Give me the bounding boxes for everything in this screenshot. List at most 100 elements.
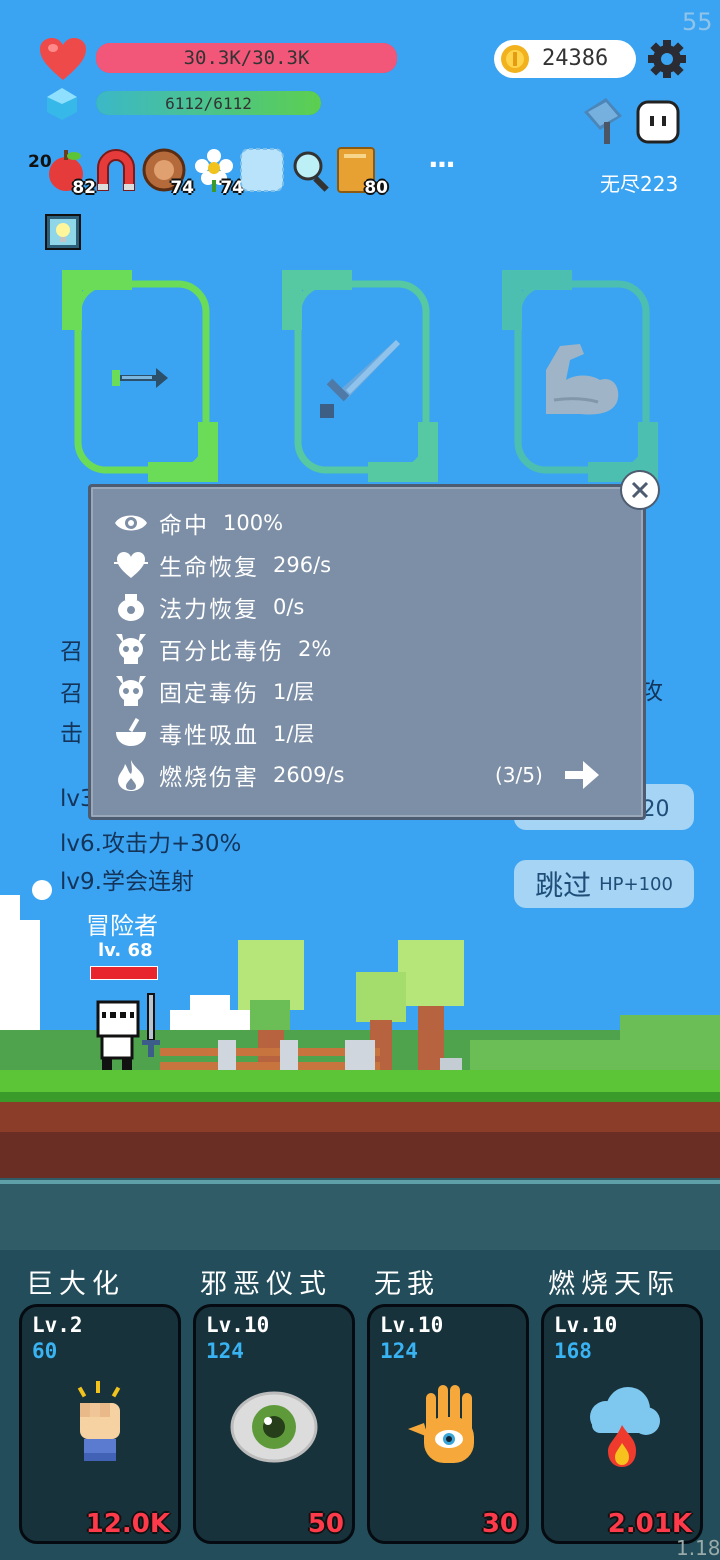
skill-name-1: 巨大化 xyxy=(26,1269,125,1300)
gold-amount: 24386 xyxy=(542,46,609,71)
skill-name-2: 邪恶仪式 xyxy=(200,1269,332,1300)
skip-button[interactable]: 跳过 HP+100 xyxy=(514,860,694,908)
item-book[interactable]: 80 xyxy=(334,146,388,198)
arrow-weapon-icon xyxy=(112,368,168,388)
info-fragment-2: 召 xyxy=(60,681,83,707)
skill-card-giant[interactable]: Lv.2 60 12.0K xyxy=(19,1304,181,1544)
item-magnet[interactable] xyxy=(92,146,140,194)
item-flower[interactable]: 74 xyxy=(190,146,244,198)
stat-label: 百分比毒伤 xyxy=(159,639,284,665)
stat-label: 燃烧伤害 xyxy=(159,765,259,791)
stat-value: 296/s xyxy=(273,553,332,577)
hero-level: lv. 68 xyxy=(98,940,153,961)
info-fragment-1: 召 xyxy=(60,639,83,665)
eye-icon xyxy=(111,505,151,541)
hp-bar: 30.3K/30.3K xyxy=(96,43,397,73)
stat-value: 1/层 xyxy=(273,680,315,704)
stat-label: 法力恢复 xyxy=(159,597,259,623)
fps-counter: 55 xyxy=(682,8,713,36)
skill-name-4: 燃烧天际 xyxy=(548,1269,680,1300)
item-empty-slot[interactable] xyxy=(238,146,286,194)
stat-row-burn-damage: 燃烧伤害 2609/s xyxy=(111,755,344,795)
skill-level: Lv.2 xyxy=(32,1313,83,1337)
endless-mode-label: 无尽223 xyxy=(600,172,679,196)
equip-slot-arrow[interactable] xyxy=(62,270,218,482)
skill-damage: 2.01K xyxy=(607,1509,692,1539)
settings-gear-icon[interactable] xyxy=(646,38,688,80)
magnifier-icon xyxy=(293,151,329,192)
magnet-icon xyxy=(97,149,135,191)
skill-card-burning-sky[interactable]: Lv.10 168 2.01K xyxy=(541,1304,703,1544)
stat-value: 0/s xyxy=(273,595,305,619)
hero-name: 冒险者 xyxy=(86,912,158,940)
stat-label: 毒性吸血 xyxy=(159,723,259,749)
stat-row-fixed-poison: 固定毒伤 1/层 xyxy=(111,671,314,711)
skill-cost: 60 xyxy=(32,1339,58,1363)
skill-cost: 124 xyxy=(380,1339,418,1363)
more-items-button[interactable]: ··· xyxy=(428,148,456,181)
skip-button-label: 跳过 xyxy=(535,869,592,902)
next-page-arrow-icon[interactable] xyxy=(563,759,601,791)
knight-hero-sprite[interactable] xyxy=(92,992,168,1072)
hero-hp-bar xyxy=(90,966,158,980)
version-label: 1.18 xyxy=(676,1536,720,1560)
heart-regen-icon xyxy=(111,547,151,583)
stat-label: 生命恢复 xyxy=(159,555,259,581)
skip-button-bonus: HP+100 xyxy=(599,873,673,895)
gold-counter: 24386 xyxy=(494,40,636,78)
hp-text: 30.3K/30.3K xyxy=(183,47,310,69)
skull-icon xyxy=(111,631,151,667)
empty-slot-icon xyxy=(240,148,284,192)
stat-row-percent-poison: 百分比毒伤 2% xyxy=(111,629,331,669)
skill-card-evil-ritual[interactable]: Lv.10 124 50 xyxy=(193,1304,355,1544)
mana-crystal-icon xyxy=(47,88,77,120)
skill-cost: 124 xyxy=(206,1339,244,1363)
stat-row-mp-regen: 法力恢复 0/s xyxy=(111,587,304,627)
skill-name-3: 无我 xyxy=(374,1269,440,1300)
hand-eye-icon xyxy=(408,1385,474,1463)
hero-hp-fill xyxy=(91,967,157,979)
stat-value: 2609/s xyxy=(273,763,345,787)
flexed-arm-icon xyxy=(546,344,619,415)
item-apple-prefix: 20 xyxy=(28,152,52,172)
info-line-lv6: lv6.攻击力+30% xyxy=(60,831,242,857)
ghost-pet-icon[interactable] xyxy=(634,98,682,146)
stat-value: 1/层 xyxy=(273,722,315,746)
equip-slot-strength[interactable] xyxy=(502,270,658,482)
item-apple[interactable]: 20 82 xyxy=(28,146,96,198)
stat-value: 2% xyxy=(298,637,332,661)
heart-icon xyxy=(40,38,86,80)
skill-level: Lv.10 xyxy=(380,1313,444,1337)
item-book-count: 80 xyxy=(364,178,388,198)
pickaxe-tool-icon[interactable] xyxy=(576,98,632,146)
stats-popup: 命中 100% 生命恢复 296/s 法力恢复 0/s 百分比毒伤 2% 固定毒… xyxy=(88,484,646,820)
close-icon xyxy=(631,481,649,499)
coin-icon xyxy=(501,45,529,73)
fire-icon xyxy=(111,757,151,793)
pot-icon xyxy=(111,589,151,625)
info-fragment-3: 击 xyxy=(60,721,83,747)
stat-label: 命中 xyxy=(159,513,209,539)
skill-level: Lv.10 xyxy=(554,1313,618,1337)
item-magnifier[interactable] xyxy=(288,146,336,194)
fire-cloud-icon xyxy=(590,1387,660,1467)
evil-eye-icon xyxy=(230,1391,318,1463)
skill-cost: 168 xyxy=(554,1339,592,1363)
bowl-icon xyxy=(111,715,151,751)
stat-row-poison-lifesteal: 毒性吸血 1/层 xyxy=(111,713,314,753)
popup-page-indicator: (3/5) xyxy=(495,763,543,787)
info-line-lv9: lv9.学会连射 xyxy=(60,869,194,895)
item-shield-ring[interactable]: 74 xyxy=(140,146,194,198)
skill-damage: 12.0K xyxy=(85,1509,170,1539)
popup-close-button[interactable] xyxy=(620,470,660,510)
mp-text: 6112/6112 xyxy=(165,93,252,113)
skill-card-selfless[interactable]: Lv.10 124 30 xyxy=(367,1304,529,1544)
stat-value: 100% xyxy=(223,511,284,535)
stat-label: 固定毒伤 xyxy=(159,681,259,707)
equip-slot-sword[interactable] xyxy=(282,270,438,482)
skill-damage: 50 xyxy=(307,1509,344,1539)
skull-icon xyxy=(111,673,151,709)
skill-damage: 30 xyxy=(481,1509,518,1539)
fist-icon xyxy=(77,1381,121,1461)
lightbulb-buff-icon[interactable] xyxy=(45,214,81,250)
